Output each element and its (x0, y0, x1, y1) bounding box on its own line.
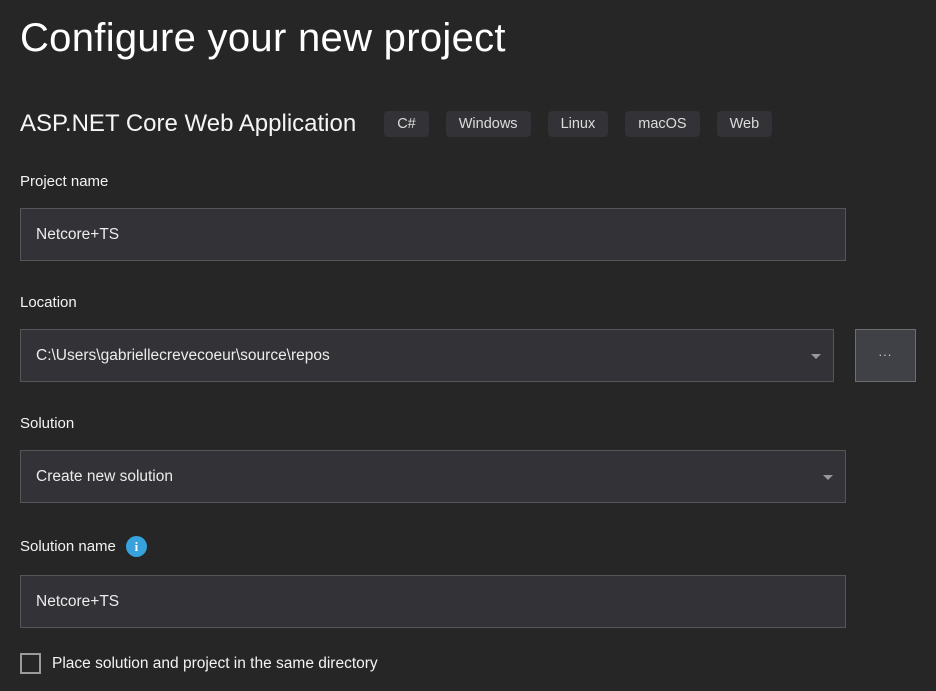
solution-name-input[interactable] (20, 575, 846, 628)
tag-windows: Windows (446, 111, 531, 138)
chevron-down-icon[interactable] (823, 475, 833, 480)
solution-combobox[interactable]: Create new solution (20, 450, 846, 503)
project-name-label: Project name (20, 173, 916, 190)
location-label: Location (20, 294, 916, 311)
location-label-text: Location (20, 294, 77, 311)
browse-location-button[interactable]: ... (855, 329, 916, 382)
template-name: ASP.NET Core Web Application (20, 110, 356, 138)
same-directory-label: Place solution and project in the same d… (52, 655, 378, 673)
same-directory-checkbox[interactable] (20, 653, 41, 674)
solution-name-label: Solution name i (20, 536, 916, 557)
project-name-label-text: Project name (20, 173, 108, 190)
location-combobox[interactable]: C:\Users\gabriellecrevecoeur\source\repo… (20, 329, 834, 382)
tag-web: Web (717, 111, 773, 138)
location-value: C:\Users\gabriellecrevecoeur\source\repo… (36, 347, 330, 365)
solution-value: Create new solution (36, 468, 173, 486)
project-name-input[interactable] (20, 208, 846, 261)
same-directory-row: Place solution and project in the same d… (20, 653, 916, 674)
template-row: ASP.NET Core Web Application C# Windows … (20, 108, 916, 140)
configure-project-dialog: Configure your new project ASP.NET Core … (0, 0, 936, 674)
tag-macos: macOS (625, 111, 699, 138)
location-row: C:\Users\gabriellecrevecoeur\source\repo… (20, 329, 916, 382)
chevron-down-icon[interactable] (811, 354, 821, 359)
solution-label: Solution (20, 415, 916, 432)
template-tags: C# Windows Linux macOS Web (384, 111, 772, 138)
info-icon[interactable]: i (126, 536, 147, 557)
tag-linux: Linux (548, 111, 609, 138)
solution-label-text: Solution (20, 415, 74, 432)
tag-csharp: C# (384, 111, 429, 138)
solution-name-label-text: Solution name (20, 538, 116, 555)
page-title: Configure your new project (20, 12, 916, 64)
